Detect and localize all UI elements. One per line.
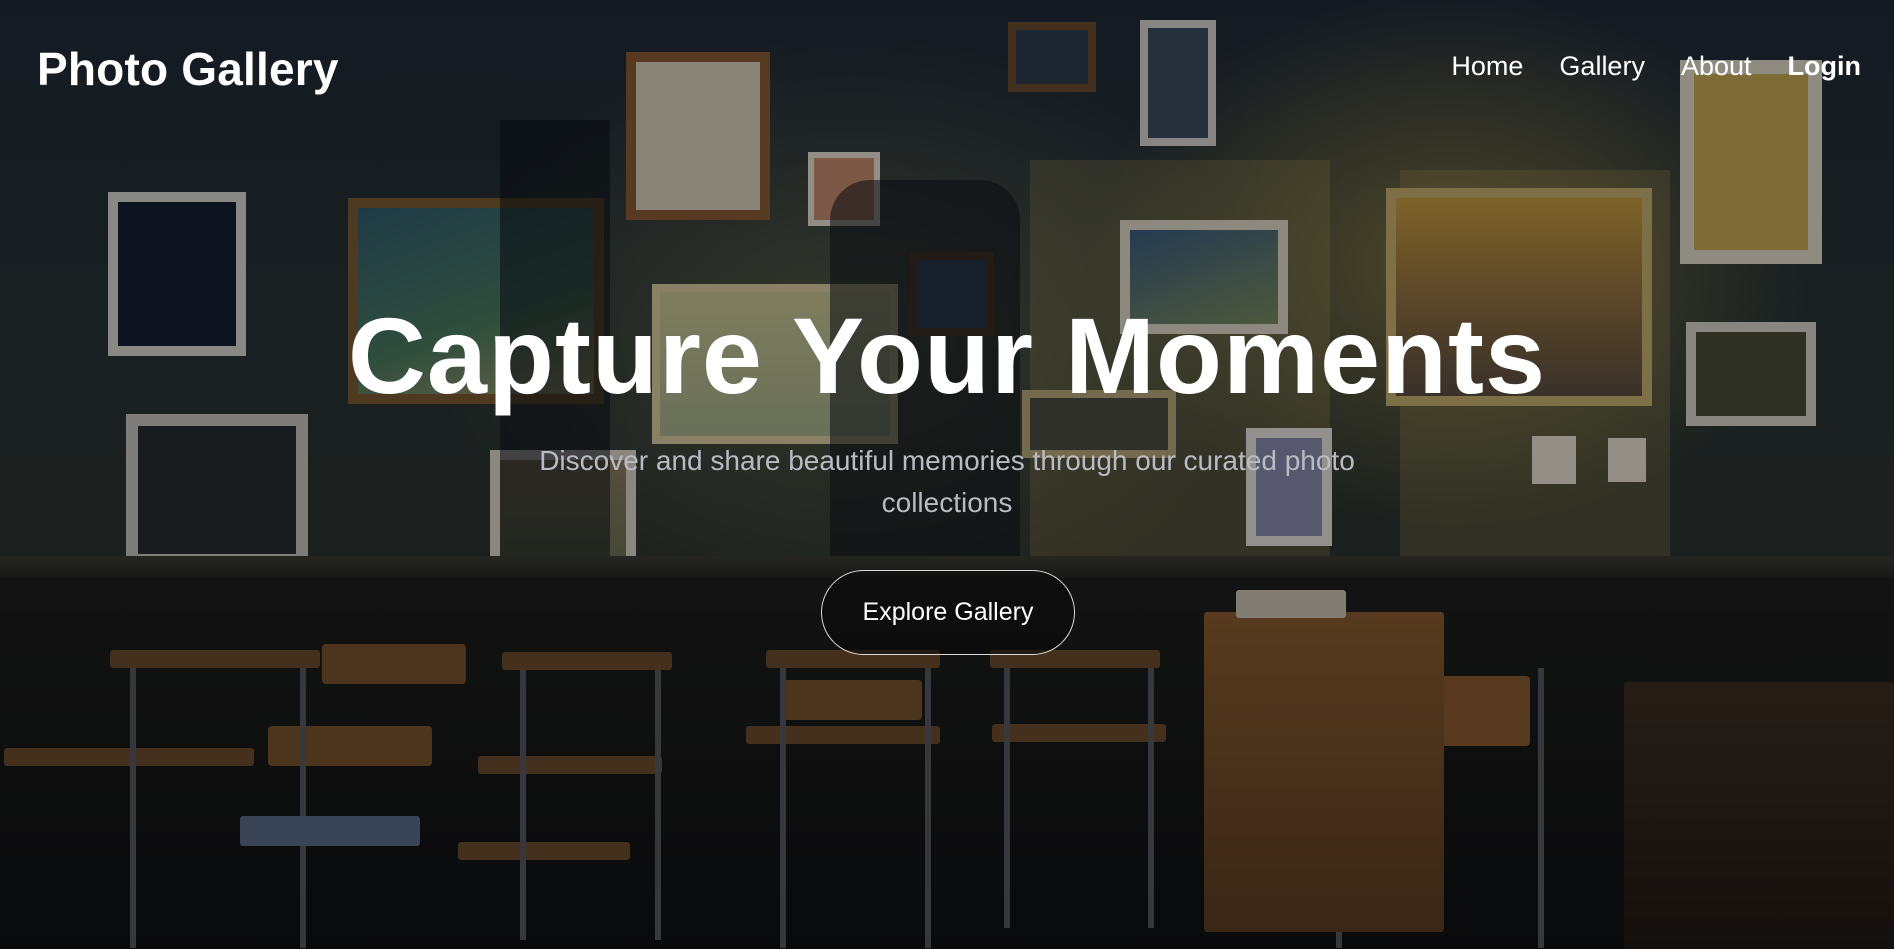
brand-logo[interactable]: Photo Gallery [37, 42, 339, 96]
hero-headline: Capture Your Moments [347, 295, 1547, 416]
nav-link-home[interactable]: Home [1451, 51, 1523, 82]
hero-section: Photo Gallery Home Gallery About Login C… [0, 0, 1894, 949]
explore-gallery-button[interactable]: Explore Gallery [821, 570, 1075, 655]
site-header: Photo Gallery Home Gallery About Login [0, 0, 1894, 132]
nav-link-gallery[interactable]: Gallery [1559, 51, 1645, 82]
nav-link-about[interactable]: About [1681, 51, 1752, 82]
hero-subtitle: Discover and share beautiful memories th… [539, 445, 1355, 518]
main-nav: Home Gallery About Login [1451, 46, 1894, 86]
explore-gallery-label: Explore Gallery [862, 598, 1034, 626]
nav-link-login[interactable]: Login [1788, 51, 1861, 82]
